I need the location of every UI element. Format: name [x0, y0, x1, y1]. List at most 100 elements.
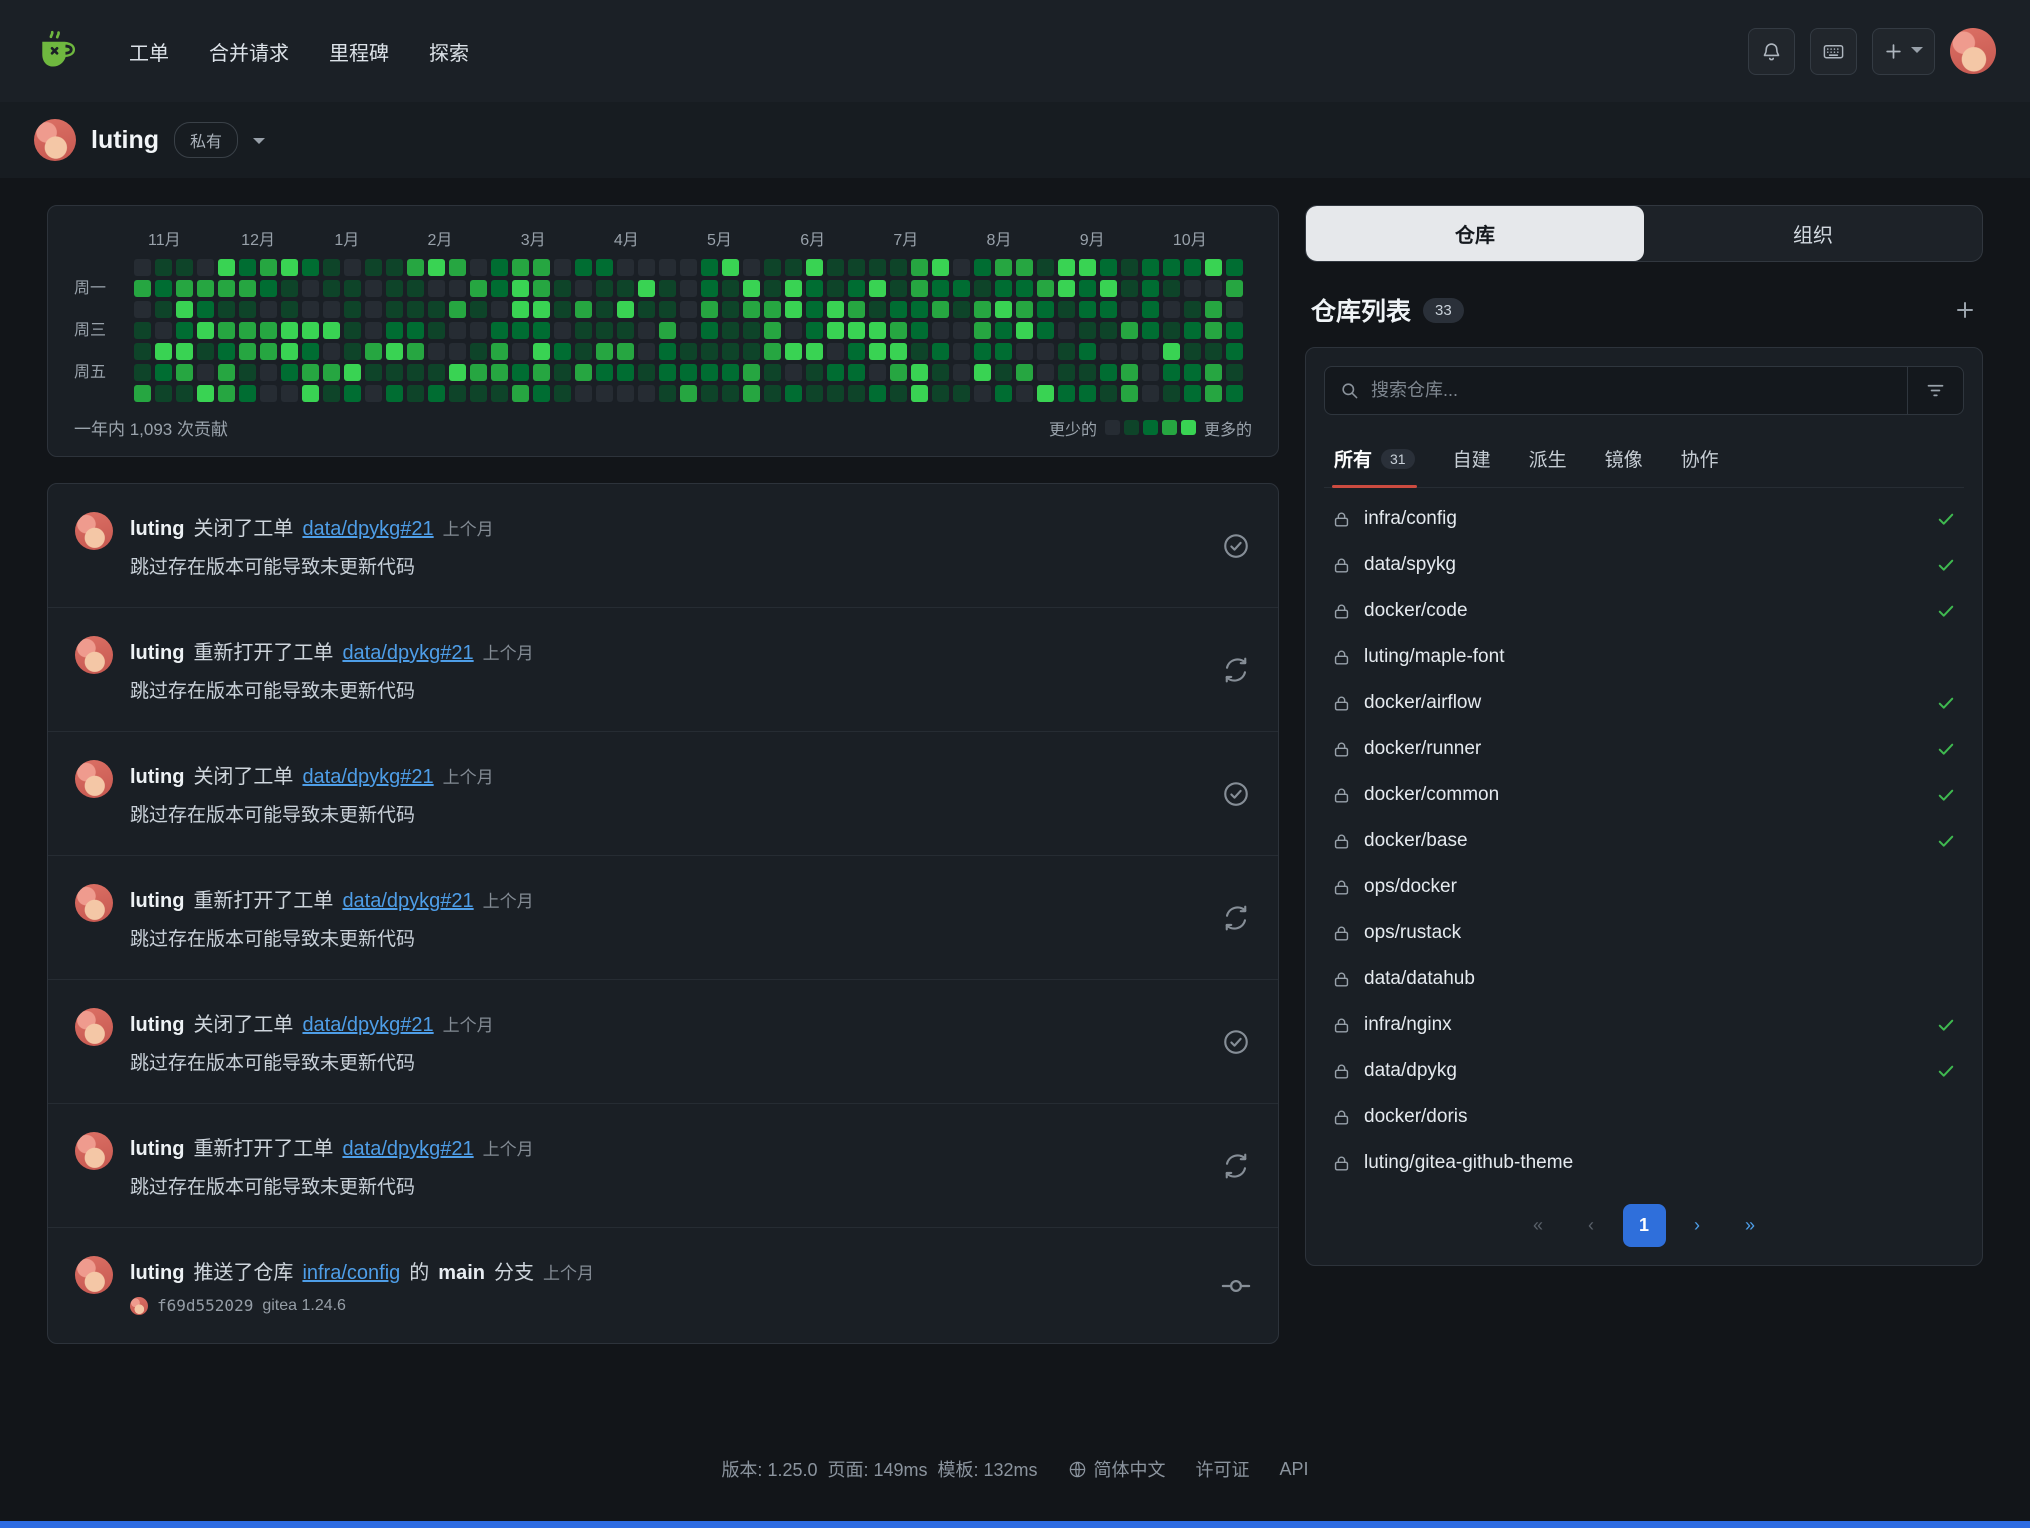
- page-button[interactable]: ‹: [1570, 1204, 1613, 1247]
- actor-avatar[interactable]: [75, 1132, 113, 1170]
- activity-item: luting 推送了仓库 infra/config 的 main 分支 上个月 …: [48, 1227, 1278, 1343]
- notifications-button[interactable]: [1748, 28, 1795, 75]
- issue-closed-icon: [1221, 531, 1251, 561]
- page-button[interactable]: ›: [1676, 1204, 1719, 1247]
- repo-name: data/dpykg: [1364, 1059, 1457, 1083]
- activity-body: luting 关闭了工单 data/dpykg#21 上个月 跳过存在版本可能导…: [130, 760, 1204, 827]
- repo-issue-link[interactable]: data/dpykg#21: [302, 766, 433, 789]
- repo-row[interactable]: docker/base: [1324, 818, 1964, 864]
- action-mid-text: 的: [409, 1256, 429, 1285]
- activity-feed: luting 关闭了工单 data/dpykg#21 上个月 跳过存在版本可能导…: [47, 483, 1279, 1344]
- repo-search: [1324, 366, 1964, 415]
- actor-name[interactable]: luting: [130, 766, 184, 789]
- repo-issue-link[interactable]: data/dpykg#21: [342, 1138, 473, 1161]
- actor-avatar[interactable]: [75, 1008, 113, 1046]
- repo-issue-link[interactable]: data/dpykg#21: [342, 890, 473, 913]
- profile-name[interactable]: luting: [91, 126, 159, 155]
- activity-body: luting 重新打开了工单 data/dpykg#21 上个月 跳过存在版本可…: [130, 636, 1204, 703]
- nav-item[interactable]: 里程碑: [312, 27, 406, 76]
- nav-item-label: 探索: [429, 43, 469, 65]
- timestamp: 上个月: [543, 1259, 594, 1284]
- lock-icon: [1332, 740, 1351, 759]
- actor-name[interactable]: luting: [130, 518, 184, 541]
- repo-row[interactable]: docker/airflow: [1324, 680, 1964, 726]
- profile-avatar[interactable]: [34, 119, 76, 161]
- panel-tab[interactable]: 组织: [1644, 206, 1982, 261]
- repo-row[interactable]: docker/doris: [1324, 1094, 1964, 1140]
- repo-name: luting/gitea-github-theme: [1364, 1151, 1573, 1175]
- day-label: 周五: [74, 364, 134, 381]
- actor-name[interactable]: luting: [130, 890, 184, 913]
- repo-row[interactable]: docker/common: [1324, 772, 1964, 818]
- repo-filter-tab[interactable]: 自建: [1451, 437, 1493, 487]
- repo-name: ops/docker: [1364, 875, 1457, 899]
- repo-row[interactable]: data/dpykg: [1324, 1048, 1964, 1094]
- nav-item[interactable]: 工单: [112, 27, 186, 76]
- actor-name[interactable]: luting: [130, 1262, 184, 1285]
- repo-row[interactable]: infra/config: [1324, 496, 1964, 542]
- repo-issue-link[interactable]: data/dpykg#21: [342, 642, 473, 665]
- actor-avatar[interactable]: [75, 1256, 113, 1294]
- nav-item[interactable]: 合并请求: [192, 27, 306, 76]
- page-button[interactable]: »: [1729, 1204, 1772, 1247]
- actor-name[interactable]: luting: [130, 1014, 184, 1037]
- repo-filter-button[interactable]: [1907, 367, 1963, 414]
- panel-tab[interactable]: 仓库: [1306, 206, 1644, 261]
- profile-dropdown-caret[interactable]: [253, 138, 265, 150]
- repo-filter-tab[interactable]: 协作: [1679, 437, 1721, 487]
- activity-body: luting 推送了仓库 infra/config 的 main 分支 上个月 …: [130, 1256, 1204, 1315]
- actor-avatar[interactable]: [75, 760, 113, 798]
- lock-icon: [1332, 694, 1351, 713]
- repo-filter-tab[interactable]: 所有 31: [1332, 437, 1417, 487]
- repo-filter-tab[interactable]: 派生: [1527, 437, 1569, 487]
- actor-avatar[interactable]: [75, 512, 113, 550]
- chevron-down-icon: [1911, 47, 1923, 59]
- api-link[interactable]: API: [1280, 1459, 1309, 1480]
- panel-tab-label: 仓库: [1455, 219, 1495, 248]
- month-label: 10月: [1159, 226, 1252, 250]
- contribution-heatmap: 11月12月1月2月3月4月5月6月7月8月9月10月 周一 周三 周五 一年内…: [47, 205, 1279, 457]
- repo-list-header: 仓库列表 33: [1311, 292, 1977, 328]
- issue-reopened-icon: [1221, 1151, 1251, 1181]
- commit-row: f69d552029 gitea 1.24.6: [130, 1296, 1204, 1315]
- check-icon: [1936, 739, 1956, 759]
- actor-avatar[interactable]: [75, 884, 113, 922]
- activity-item: luting 重新打开了工单 data/dpykg#21 上个月 跳过存在版本可…: [48, 855, 1278, 979]
- user-avatar[interactable]: [1950, 28, 1996, 74]
- gitea-logo-icon[interactable]: [34, 27, 82, 75]
- bottom-accent-bar: [0, 1521, 2030, 1528]
- repo-row[interactable]: data/datahub: [1324, 956, 1964, 1002]
- new-repo-plus-icon[interactable]: [1953, 298, 1977, 322]
- repo-row[interactable]: ops/rustack: [1324, 910, 1964, 956]
- issue-reopened-icon: [1221, 903, 1251, 933]
- lock-icon: [1332, 556, 1351, 575]
- panel-tabs: 仓库 组织: [1305, 205, 1983, 262]
- repo-issue-link[interactable]: data/dpykg#21: [302, 518, 433, 541]
- page-button-label: 1: [1639, 1215, 1649, 1236]
- commit-hash-link[interactable]: f69d552029: [157, 1296, 253, 1315]
- create-new-button[interactable]: [1872, 28, 1935, 75]
- page-button[interactable]: 1: [1623, 1204, 1666, 1247]
- repo-issue-link[interactable]: data/dpykg#21: [302, 1014, 433, 1037]
- repo-row[interactable]: ops/docker: [1324, 864, 1964, 910]
- nav-item[interactable]: 探索: [412, 27, 486, 76]
- actor-avatar[interactable]: [75, 636, 113, 674]
- repo-row[interactable]: docker/runner: [1324, 726, 1964, 772]
- keyboard-shortcuts-button[interactable]: [1810, 28, 1857, 75]
- actor-name[interactable]: luting: [130, 642, 184, 665]
- repo-row[interactable]: data/spykg: [1324, 542, 1964, 588]
- repo-row[interactable]: docker/code: [1324, 588, 1964, 634]
- repo-filter-tab[interactable]: 镜像: [1603, 437, 1645, 487]
- repo-row[interactable]: luting/gitea-github-theme: [1324, 1140, 1964, 1186]
- repo-row[interactable]: infra/nginx: [1324, 1002, 1964, 1048]
- license-link[interactable]: 许可证: [1196, 1456, 1250, 1482]
- repo-name: infra/config: [1364, 507, 1457, 531]
- branch-name[interactable]: main: [438, 1262, 485, 1285]
- actor-name[interactable]: luting: [130, 1138, 184, 1161]
- repo-row[interactable]: luting/maple-font: [1324, 634, 1964, 680]
- page-button[interactable]: «: [1517, 1204, 1560, 1247]
- repo-search-input[interactable]: [1371, 380, 1907, 401]
- repo-issue-link[interactable]: infra/config: [302, 1262, 400, 1285]
- language-selector[interactable]: 简体中文: [1068, 1456, 1166, 1482]
- nav-item-label: 里程碑: [329, 43, 389, 65]
